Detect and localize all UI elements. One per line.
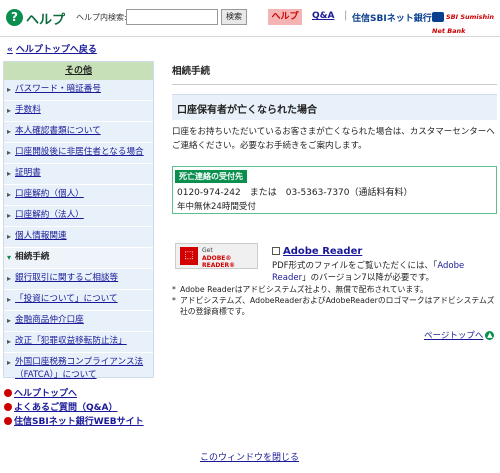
sidebar-item[interactable]: 証明書 <box>4 164 153 185</box>
back-to-help-top-link[interactable]: «ヘルプトップへ戻る <box>7 42 97 55</box>
bottom-link[interactable]: ヘルプトップへ <box>4 387 144 401</box>
sidebar-item-label: 「投資について」について <box>15 294 118 304</box>
body-text: 口座をお持ちいただいているお客さまが亡くなられた場合は、カスタマーセンターへご連… <box>172 127 495 151</box>
adobe-description: PDF形式のファイルをご覧いただくには、「Adobe Reader」のバージョン… <box>272 261 465 283</box>
sidebar-item-label: 個人情報関連 <box>15 231 67 241</box>
contact-hours: 年中無休24時間受付 <box>177 202 256 212</box>
note-mark: * <box>172 296 176 305</box>
notes-list: * Adobe Readerはアドビシステムズ社より、無償で配布されています。 * ア… <box>172 284 497 317</box>
note-text: アドビシステムズ、AdobeReaderおよびAdobeReaderのロゴマーク… <box>180 296 495 316</box>
page-title: 相続手続 <box>172 66 211 77</box>
title-divider <box>172 84 497 85</box>
sidebar-item[interactable]: 個人情報関連 <box>4 227 153 248</box>
sidebar-item-label: 口座開設後に非居住者となる場合 <box>15 147 144 157</box>
sidebar-item[interactable]: 改正「犯罪収益移転防止法」 <box>4 332 153 353</box>
header-bar: ? ヘルプ ヘルプ内検索: 検索 ヘルプ Q&A | 住信SBIネット銀行 SB… <box>0 0 500 36</box>
tab-qa[interactable]: Q&A <box>312 11 334 21</box>
external-window-icon <box>272 247 280 255</box>
sidebar-item[interactable]: パスワード・暗証番号 <box>4 80 153 101</box>
double-chevron-left-icon: « <box>7 45 13 55</box>
bottom-link[interactable]: よくあるご質問（Q&A） <box>4 401 144 415</box>
bank-logo: SBI Sumishin Net Bank <box>432 12 494 35</box>
note-item: * Adobe Readerはアドビシステムズ社より、無償で配布されています。 <box>172 284 497 295</box>
close-window-link[interactable]: このウィンドウを閉じる <box>200 450 299 463</box>
adobe-reader-link[interactable]: Adobe Reader <box>272 246 362 257</box>
sidebar-item-label: 本人確認書類について <box>15 126 101 136</box>
adobe-get-label: Get <box>202 247 213 254</box>
help-icon: ? <box>6 9 23 26</box>
sidebar-item-label: 改正「犯罪収益移転防止法」 <box>15 336 127 346</box>
arrow-right-icon <box>4 417 12 425</box>
sidebar-item-label: 口座解約（個人） <box>15 189 84 199</box>
header-divider <box>0 36 500 37</box>
bottom-link-label: 住信SBIネット銀行WEBサイト <box>14 417 144 427</box>
sidebar-heading[interactable]: その他 <box>4 62 153 80</box>
contact-phone: 0120-974-242 または 03-5363-7370（通話料有料） <box>177 188 413 198</box>
note-mark: * <box>172 285 176 294</box>
sidebar-item-label: 手数料 <box>15 105 41 115</box>
sidebar-item-label: 金融商品仲介口座 <box>15 315 84 325</box>
adobe-reader-label: ADOBE® READER® <box>202 255 236 269</box>
sidebar-item-label: 証明書 <box>15 168 41 178</box>
sidebar-item[interactable]: 口座解約（個人） <box>4 185 153 206</box>
search-label: ヘルプ内検索: <box>76 13 127 22</box>
bottom-links: ヘルプトップへよくあるご質問（Q&A） 住信SBIネット銀行WEBサイト <box>4 387 144 429</box>
sidebar-item[interactable]: 金融商品仲介口座 <box>4 311 153 332</box>
bottom-link[interactable]: 住信SBIネット銀行WEBサイト <box>4 415 144 429</box>
sidebar-item-label: 相続手続 <box>15 252 50 262</box>
sidebar-item-label: パスワード・暗証番号 <box>15 84 101 94</box>
logo-mark-icon <box>432 12 444 22</box>
sidebar-item-label: 外国口座税務コンプライアンス法（FATCA）」について <box>15 357 144 380</box>
search-button[interactable]: 検索 <box>221 9 247 25</box>
arrow-up-icon: ▲ <box>485 331 495 340</box>
brand-link[interactable]: 住信SBIネット銀行 <box>352 11 432 24</box>
sidebar-item[interactable]: 本人確認書類について <box>4 122 153 143</box>
arrow-right-icon <box>4 403 12 411</box>
sidebar-item[interactable]: 相続手続 <box>4 248 153 269</box>
arrow-right-icon <box>4 389 12 397</box>
bottom-link-label: よくあるご質問（Q&A） <box>14 403 118 413</box>
note-text: Adobe Readerはアドビシステムズ社より、無償で配布されています。 <box>180 285 428 294</box>
get-adobe-reader-button[interactable]: ⬚ Get ADOBE® READER® <box>175 243 258 269</box>
search-input[interactable] <box>126 9 218 25</box>
sidebar-list: パスワード・暗証番号手数料本人確認書類について口座開設後に非居住者となる場合証明… <box>4 80 153 387</box>
section-header: 口座保有者が亡くなられた場合 <box>172 94 497 120</box>
header-separator: | <box>344 10 348 21</box>
sidebar-item[interactable]: 銀行取引に関するご相談等 <box>4 269 153 290</box>
contact-title: 死亡連絡の受付先 <box>175 170 247 183</box>
sidebar-item[interactable]: 「投資について」について <box>4 290 153 311</box>
tab-help[interactable]: ヘルプ <box>268 9 302 25</box>
page-top-link[interactable]: ページトップへ ▲ <box>424 329 495 341</box>
pdf-icon: ⬚ <box>180 247 198 265</box>
sidebar-item-label: 口座解約（法人） <box>15 210 84 220</box>
contact-box: 死亡連絡の受付先 0120-974-242 または 03-5363-7370（通… <box>172 166 497 214</box>
sidebar: その他 パスワード・暗証番号手数料本人確認書類について口座開設後に非居住者となる… <box>3 61 154 387</box>
sidebar-item[interactable]: 口座開設後に非居住者となる場合 <box>4 143 153 164</box>
bottom-link-label: ヘルプトップへ <box>14 389 78 399</box>
sidebar-item[interactable]: 口座解約（法人） <box>4 206 153 227</box>
help-title: ヘルプ <box>26 13 66 28</box>
section-title: 口座保有者が亡くなられた場合 <box>177 105 317 116</box>
sidebar-item-label: 銀行取引に関するご相談等 <box>15 273 119 283</box>
sidebar-item[interactable]: 手数料 <box>4 101 153 122</box>
note-item: * アドビシステムズ、AdobeReaderおよびAdobeReaderのロゴマー… <box>172 295 497 317</box>
sidebar-item[interactable]: 外国口座税務コンプライアンス法（FATCA）」について <box>4 353 153 387</box>
